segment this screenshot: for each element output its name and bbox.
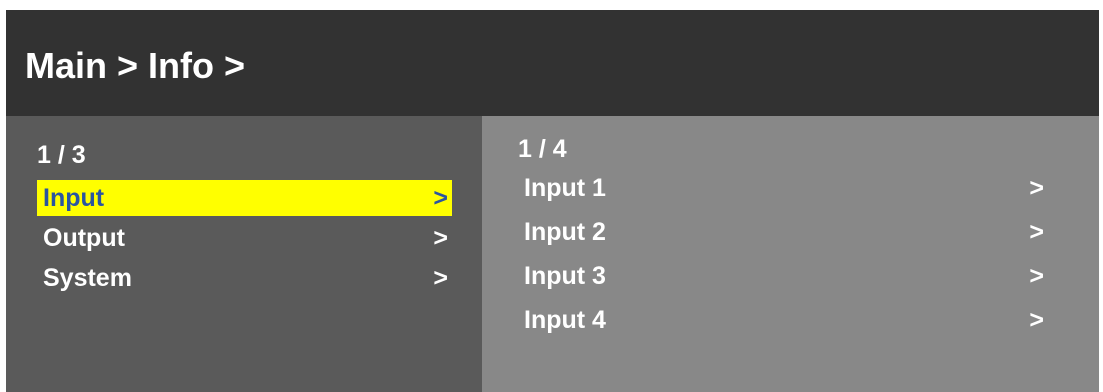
submenu-item-label: Input 4 xyxy=(524,306,606,334)
chevron-right-icon: > xyxy=(433,184,448,212)
menu-item-input[interactable]: Input > xyxy=(37,180,452,216)
submenu-item-input-2[interactable]: Input 2 > xyxy=(518,214,1048,250)
chevron-right-icon: > xyxy=(433,224,448,252)
submenu-item-input-1[interactable]: Input 1 > xyxy=(518,170,1048,206)
osd-menu: Main > Info > 1 / 3 Input > Output > Sys… xyxy=(6,10,1099,392)
right-page-indicator: 1 / 4 xyxy=(518,135,567,163)
submenu-pane: 1 / 4 Input 1 > Input 2 > Input 3 > Inpu… xyxy=(482,116,1099,392)
chevron-right-icon: > xyxy=(1029,262,1044,290)
submenu-item-input-4[interactable]: Input 4 > xyxy=(518,302,1048,338)
left-page-indicator: 1 / 3 xyxy=(37,141,86,169)
menu-item-output[interactable]: Output > xyxy=(37,220,452,256)
menu-item-label: System xyxy=(43,264,132,292)
breadcrumb: Main > Info > xyxy=(25,45,246,86)
menu-item-system[interactable]: System > xyxy=(37,260,452,296)
submenu-item-label: Input 1 xyxy=(524,174,606,202)
chevron-right-icon: > xyxy=(1029,218,1044,246)
menu-item-label: Output xyxy=(43,224,125,252)
main-menu-pane: 1 / 3 Input > Output > System > xyxy=(6,116,482,392)
submenu-item-label: Input 3 xyxy=(524,262,606,290)
chevron-right-icon: > xyxy=(1029,174,1044,202)
menu-header: Main > Info > xyxy=(6,10,1099,116)
chevron-right-icon: > xyxy=(433,264,448,292)
menu-item-label: Input xyxy=(43,184,105,212)
chevron-right-icon: > xyxy=(1029,306,1044,334)
submenu-item-input-3[interactable]: Input 3 > xyxy=(518,258,1048,294)
submenu-item-label: Input 2 xyxy=(524,218,606,246)
